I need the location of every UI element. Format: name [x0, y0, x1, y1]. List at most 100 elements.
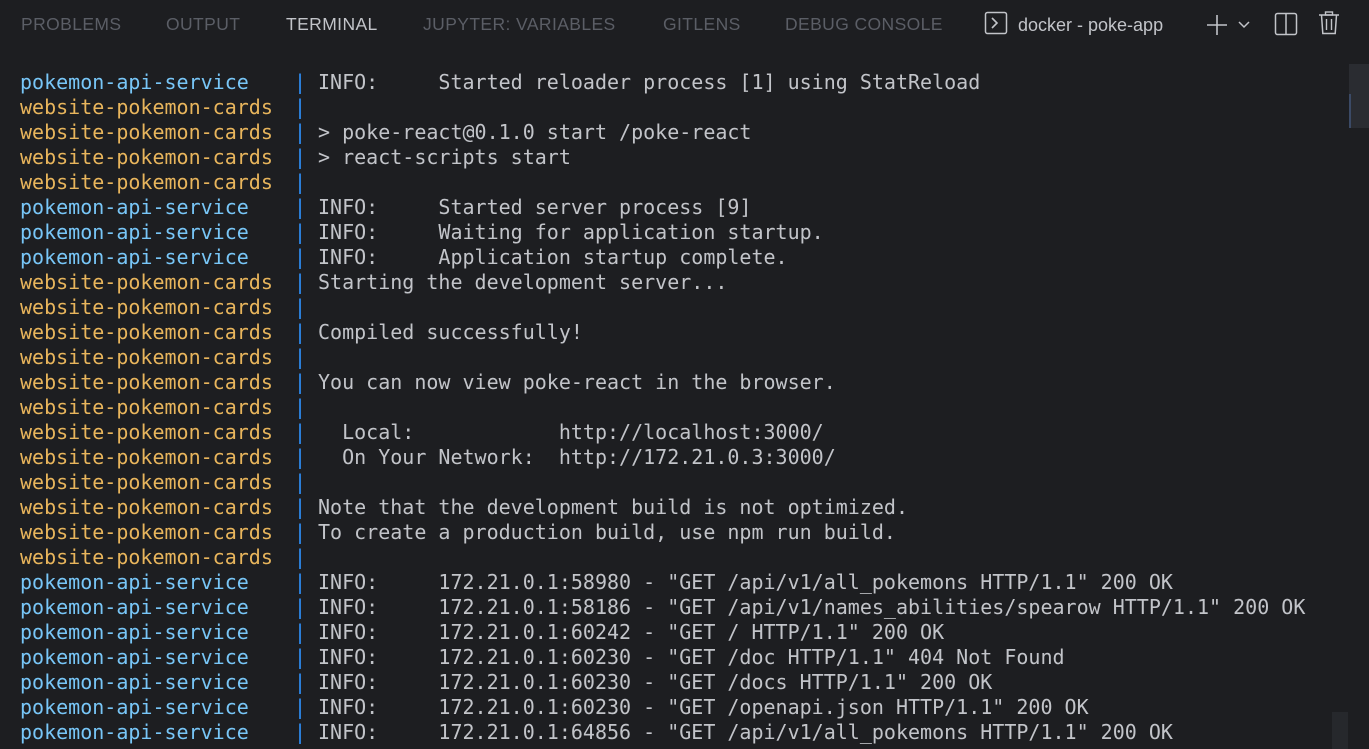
terminal-name: docker - poke-app — [1018, 14, 1164, 35]
service-name: pokemon-api-service — [20, 245, 249, 269]
terminal-line: website-pokemon-cards | — [20, 295, 1340, 320]
tab-debug-console[interactable]: DEBUG CONSOLE — [785, 14, 943, 35]
trash-icon[interactable] — [1318, 11, 1340, 35]
log-message: On Your Network: http://172.21.0.3:3000/ — [318, 445, 836, 469]
plus-icon[interactable] — [1205, 13, 1229, 37]
service-name: website-pokemon-cards — [20, 470, 273, 494]
log-message: INFO: Started server process [9] — [318, 195, 752, 219]
terminal-line: pokemon-api-service | INFO: 172.21.0.1:589… — [20, 570, 1340, 595]
service-name: website-pokemon-cards — [20, 495, 273, 519]
log-message: INFO: 172.21.0.1:64856 - "GET /api/v1/al… — [318, 720, 1173, 744]
terminal-line: website-pokemon-cards | — [20, 395, 1340, 420]
terminal-line: pokemon-api-service | INFO: Application st… — [20, 245, 1340, 270]
line-separator: | — [294, 720, 307, 744]
line-separator: | — [294, 120, 307, 144]
log-message: > poke-react@0.1.0 start /poke-react — [318, 120, 752, 144]
line-separator: | — [294, 70, 307, 94]
overview-ruler-thumb[interactable] — [1349, 64, 1369, 128]
terminal-line: website-pokemon-cards | Local: http://loc… — [20, 420, 1340, 445]
tab-problems[interactable]: PROBLEMS — [21, 14, 121, 35]
terminal-line: pokemon-api-service | INFO: 172.21.0.1:648… — [20, 720, 1340, 745]
terminal-line: pokemon-api-service | INFO: Started server… — [20, 195, 1340, 220]
split-icon[interactable] — [1274, 12, 1298, 36]
service-name: website-pokemon-cards — [20, 170, 273, 194]
service-name: pokemon-api-service — [20, 220, 249, 244]
service-name: website-pokemon-cards — [20, 520, 273, 544]
service-name: pokemon-api-service — [20, 720, 249, 744]
line-separator: | — [294, 220, 307, 244]
line-separator: | — [294, 695, 307, 719]
service-name: pokemon-api-service — [20, 695, 249, 719]
service-name: website-pokemon-cards — [20, 545, 273, 569]
line-separator: | — [294, 195, 307, 219]
terminal-icon — [984, 11, 1008, 40]
line-separator: | — [294, 570, 307, 594]
log-message: Compiled successfully! — [318, 320, 583, 344]
terminal-line: website-pokemon-cards | You can now view p… — [20, 370, 1340, 395]
service-name: website-pokemon-cards — [20, 395, 273, 419]
terminal-line: website-pokemon-cards | On Your Network: … — [20, 445, 1340, 470]
line-separator: | — [294, 670, 307, 694]
panel-tab-bar: PROBLEMS OUTPUT TERMINAL JUPYTER: VARIAB… — [0, 0, 1369, 50]
terminal-line: website-pokemon-cards | — [20, 470, 1340, 495]
service-name: pokemon-api-service — [20, 645, 249, 669]
terminal-line: pokemon-api-service | INFO: 172.21.0.1:602… — [20, 645, 1340, 670]
line-separator: | — [294, 320, 307, 344]
line-separator: | — [294, 170, 307, 194]
line-separator: | — [294, 345, 307, 369]
chevron-down-icon[interactable] — [1237, 18, 1251, 32]
log-message: INFO: 172.21.0.1:60230 - "GET /doc HTTP/… — [318, 645, 1065, 669]
log-message: Local: http://localhost:3000/ — [318, 420, 824, 444]
terminal-line: website-pokemon-cards | Note that the deve… — [20, 495, 1340, 520]
service-name: website-pokemon-cards — [20, 445, 273, 469]
line-separator: | — [294, 295, 307, 319]
log-message: > react-scripts start — [318, 145, 571, 169]
service-name: website-pokemon-cards — [20, 320, 273, 344]
log-message: Note that the development build is not o… — [318, 495, 909, 519]
tab-output[interactable]: OUTPUT — [166, 14, 240, 35]
service-name: pokemon-api-service — [20, 70, 249, 94]
service-name: website-pokemon-cards — [20, 120, 273, 144]
terminal-line: pokemon-api-service | INFO: 172.21.0.1:602… — [20, 695, 1340, 720]
log-message: INFO: Started reloader process [1] using… — [318, 70, 981, 94]
line-separator: | — [294, 545, 307, 569]
log-message: INFO: 172.21.0.1:58186 - "GET /api/v1/na… — [318, 595, 1306, 619]
terminal-line: pokemon-api-service | INFO: Started reload… — [20, 70, 1340, 95]
terminal-line: website-pokemon-cards | Compiled successfu… — [20, 320, 1340, 345]
terminal-line: website-pokemon-cards | — [20, 170, 1340, 195]
log-message: To create a production build, use npm ru… — [318, 520, 896, 544]
line-separator: | — [294, 495, 307, 519]
line-separator: | — [294, 445, 307, 469]
line-separator: | — [294, 145, 307, 169]
log-message: INFO: Waiting for application startup. — [318, 220, 824, 244]
tab-jupyter-variables[interactable]: JUPYTER: VARIABLES — [423, 14, 616, 35]
log-message: INFO: Application startup complete. — [318, 245, 788, 269]
terminal-line: website-pokemon-cards | > poke-react@0.1.0… — [20, 120, 1340, 145]
line-separator: | — [294, 520, 307, 544]
terminal-line: website-pokemon-cards | — [20, 345, 1340, 370]
log-message: INFO: 172.21.0.1:58980 - "GET /api/v1/al… — [318, 570, 1173, 594]
line-separator: | — [294, 620, 307, 644]
terminal-output[interactable]: pokemon-api-service | INFO: Started reload… — [20, 70, 1340, 749]
service-name: website-pokemon-cards — [20, 370, 273, 394]
tab-gitlens[interactable]: GITLENS — [663, 14, 741, 35]
line-separator: | — [294, 370, 307, 394]
terminal-scrollbar-thumb[interactable] — [1332, 712, 1348, 749]
terminal-line: pokemon-api-service | INFO: 172.21.0.1:602… — [20, 620, 1340, 645]
terminal-line: pokemon-api-service | INFO: 172.21.0.1:602… — [20, 670, 1340, 695]
terminal-selector[interactable]: docker - poke-app — [984, 11, 1163, 39]
service-name: website-pokemon-cards — [20, 420, 273, 444]
service-name: pokemon-api-service — [20, 620, 249, 644]
log-message: You can now view poke-react in the brows… — [318, 370, 836, 394]
service-name: pokemon-api-service — [20, 195, 249, 219]
service-name: pokemon-api-service — [20, 570, 249, 594]
line-separator: | — [294, 270, 307, 294]
line-separator: | — [294, 470, 307, 494]
service-name: website-pokemon-cards — [20, 95, 273, 119]
service-name: website-pokemon-cards — [20, 345, 273, 369]
tab-terminal[interactable]: TERMINAL — [286, 14, 378, 35]
line-separator: | — [294, 645, 307, 669]
terminal-line: website-pokemon-cards | To create a produc… — [20, 520, 1340, 545]
log-message: INFO: 172.21.0.1:60242 - "GET / HTTP/1.1… — [318, 620, 945, 644]
line-separator: | — [294, 245, 307, 269]
